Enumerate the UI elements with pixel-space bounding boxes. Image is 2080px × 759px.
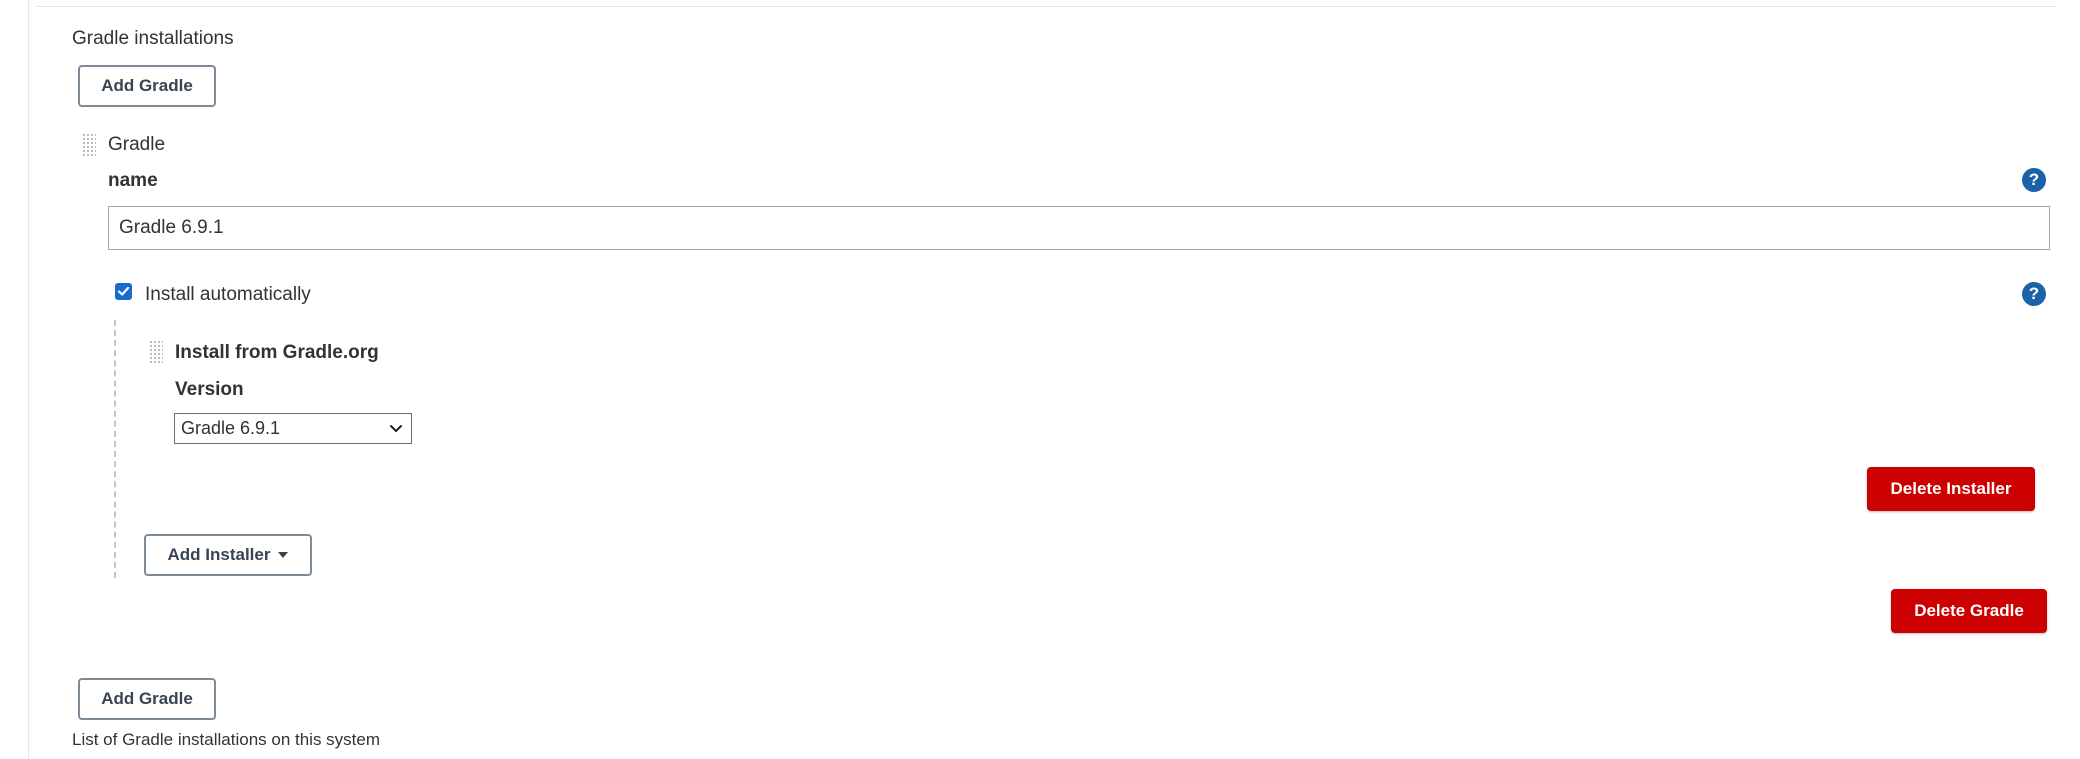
install-automatically-help-icon[interactable]: ? <box>2022 282 2046 306</box>
drag-handle-icon[interactable] <box>82 133 96 157</box>
top-divider <box>36 6 2056 7</box>
add-installer-button[interactable]: Add Installer <box>144 534 312 576</box>
checkmark-icon <box>117 286 130 296</box>
name-input[interactable] <box>108 206 2050 250</box>
chevron-down-icon <box>390 425 402 432</box>
version-label: Version <box>175 379 244 400</box>
section-description: List of Gradle installations on this sys… <box>72 730 381 749</box>
name-label: name <box>108 170 158 191</box>
version-select-value: Gradle 6.9.1 <box>181 418 281 438</box>
caret-down-icon <box>278 552 289 558</box>
delete-installer-button[interactable]: Delete Installer <box>1867 467 2035 511</box>
add-gradle-button-top[interactable]: Add Gradle <box>78 65 216 107</box>
delete-gradle-button[interactable]: Delete Gradle <box>1891 589 2047 633</box>
gradle-entry-header: Gradle <box>108 134 166 155</box>
installer-title: Install from Gradle.org <box>175 342 379 363</box>
section-title: Gradle installations <box>72 28 234 49</box>
left-divider <box>28 0 29 759</box>
add-gradle-button-bottom[interactable]: Add Gradle <box>78 678 216 720</box>
installer-drag-handle-icon[interactable] <box>149 340 163 364</box>
name-help-icon[interactable]: ? <box>2022 168 2046 192</box>
installer-nesting-line <box>114 320 116 578</box>
version-select[interactable]: Gradle 6.9.1 <box>174 413 412 444</box>
install-automatically-checkbox[interactable] <box>115 283 132 300</box>
add-installer-label: Add Installer <box>167 545 271 564</box>
install-automatically-label: Install automatically <box>145 284 311 305</box>
